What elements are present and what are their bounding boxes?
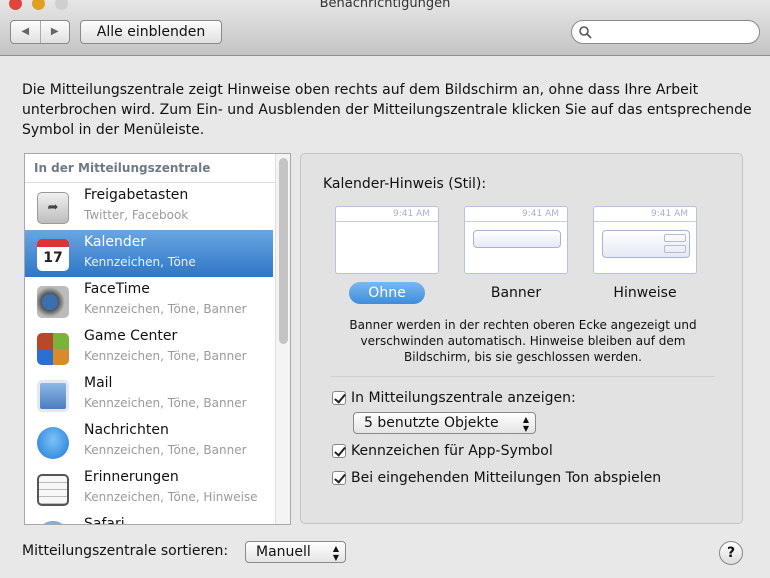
list-item-nachrichten[interactable]: Nachrichten Kennzeichen, Töne, Banner	[25, 418, 273, 465]
forward-button[interactable]: ▶	[41, 21, 70, 43]
share-icon: ➦	[37, 192, 69, 224]
sort-label: Mitteilungszentrale sortieren:	[22, 543, 229, 559]
sound-checkbox[interactable]: Bei eingehenden Mitteilungen Ton abspiel…	[332, 470, 661, 486]
item-name: Mail	[84, 375, 113, 391]
item-name: Kalender	[84, 234, 147, 250]
reminders-icon	[37, 474, 69, 506]
item-sub: Kennzeichen, Töne	[84, 255, 196, 269]
item-name: Freigabetasten	[84, 187, 189, 203]
updown-icon: ▲ ▼	[522, 415, 529, 433]
list-item-facetime[interactable]: FaceTime Kennzeichen, Töne, Banner	[25, 277, 273, 324]
style-label-ohne[interactable]: Ohne	[349, 282, 425, 304]
list-header: In der Mitteilungszentrale	[25, 154, 290, 183]
style-preview-hinweise[interactable]: 9:41 AM	[593, 206, 697, 274]
checkbox-label: Kennzeichen für App-Symbol	[351, 443, 553, 459]
checkbox[interactable]	[332, 444, 346, 458]
checkbox-label: Bei eingehenden Mitteilungen Ton abspiel…	[351, 470, 662, 486]
style-description: Banner werden in der rechten oberen Ecke…	[349, 318, 697, 364]
intro-text: Die Mitteilungszentrale zeigt Hinweise o…	[22, 82, 752, 138]
show-in-center-checkbox[interactable]: In Mitteilungszentrale anzeigen:	[332, 390, 576, 406]
help-button[interactable]: ?	[719, 541, 743, 565]
item-name: FaceTime	[84, 281, 150, 297]
item-name: Game Center	[84, 328, 178, 344]
facetime-icon	[37, 286, 69, 318]
back-button[interactable]: ◀	[11, 21, 41, 43]
search-input[interactable]	[571, 20, 760, 44]
checkbox[interactable]	[332, 391, 346, 405]
item-sub: Kennzeichen, Töne, Hinweise	[84, 490, 258, 504]
search-icon	[579, 26, 592, 39]
list-item-safari[interactable]: Safari	[25, 512, 273, 525]
style-preview-ohne[interactable]: 9:41 AM	[335, 206, 439, 274]
list-item-mail[interactable]: Mail Kennzeichen, Töne, Banner	[25, 371, 273, 418]
app-list: In der Mitteilungszentrale ➦ Freigabetas…	[24, 153, 291, 525]
item-name: Nachrichten	[84, 422, 169, 438]
item-sub: Kennzeichen, Töne, Banner	[84, 396, 247, 410]
show-all-button[interactable]: Alle einblenden	[80, 20, 222, 44]
checkbox[interactable]	[332, 471, 346, 485]
item-count-select[interactable]: 5 benutzte Objekte ▲ ▼	[353, 412, 536, 434]
style-label-banner[interactable]: Banner	[464, 282, 568, 304]
scrollbar-thumb[interactable]	[279, 158, 288, 344]
item-name: Erinnerungen	[84, 469, 179, 485]
safari-icon	[37, 521, 69, 524]
item-sub: Kennzeichen, Töne, Banner	[84, 302, 247, 316]
item-sub: Kennzeichen, Töne, Banner	[84, 349, 247, 363]
list-item-freigabetasten[interactable]: ➦ Freigabetasten Twitter, Facebook	[25, 183, 273, 230]
preview-clock: 9:41 AM	[336, 207, 438, 222]
select-value: Manuell	[256, 544, 311, 560]
badge-checkbox[interactable]: Kennzeichen für App-Symbol	[332, 443, 553, 459]
settings-panel: Kalender-Hinweis (Stil): 9:41 AM 9:41 AM…	[300, 153, 743, 524]
style-title: Kalender-Hinweis (Stil):	[323, 176, 487, 192]
select-value: 5 benutzte Objekte	[364, 415, 499, 431]
banner-shape	[473, 230, 561, 248]
alert-shape	[602, 230, 690, 258]
list-item-kalender[interactable]: 17 Kalender Kennzeichen, Töne	[25, 230, 273, 277]
game-center-icon	[37, 333, 69, 365]
item-sub: Twitter, Facebook	[84, 208, 189, 222]
toolbar: Benachrichtigungen ◀ ▶ Alle einblenden	[0, 0, 770, 56]
item-name: Safari	[84, 516, 125, 525]
list-item-game-center[interactable]: Game Center Kennzeichen, Töne, Banner	[25, 324, 273, 371]
mail-icon	[37, 380, 69, 412]
sort-select[interactable]: Manuell ▲ ▼	[245, 541, 346, 563]
messages-icon	[37, 427, 69, 459]
divider	[331, 376, 715, 377]
item-sub: Kennzeichen, Töne, Banner	[84, 443, 247, 457]
list-item-erinnerungen[interactable]: Erinnerungen Kennzeichen, Töne, Hinweise	[25, 465, 273, 512]
style-preview-banner[interactable]: 9:41 AM	[464, 206, 568, 274]
updown-icon: ▲ ▼	[332, 544, 339, 562]
style-label-hinweise[interactable]: Hinweise	[593, 282, 697, 304]
window-title: Benachrichtigungen	[319, 0, 451, 11]
checkbox-label: In Mitteilungszentrale anzeigen:	[351, 390, 576, 406]
preview-clock: 9:41 AM	[594, 207, 696, 222]
calendar-icon: 17	[37, 239, 69, 271]
scrollbar[interactable]	[275, 154, 290, 524]
preview-clock: 9:41 AM	[465, 207, 567, 222]
nav-buttons: ◀ ▶	[10, 20, 70, 44]
